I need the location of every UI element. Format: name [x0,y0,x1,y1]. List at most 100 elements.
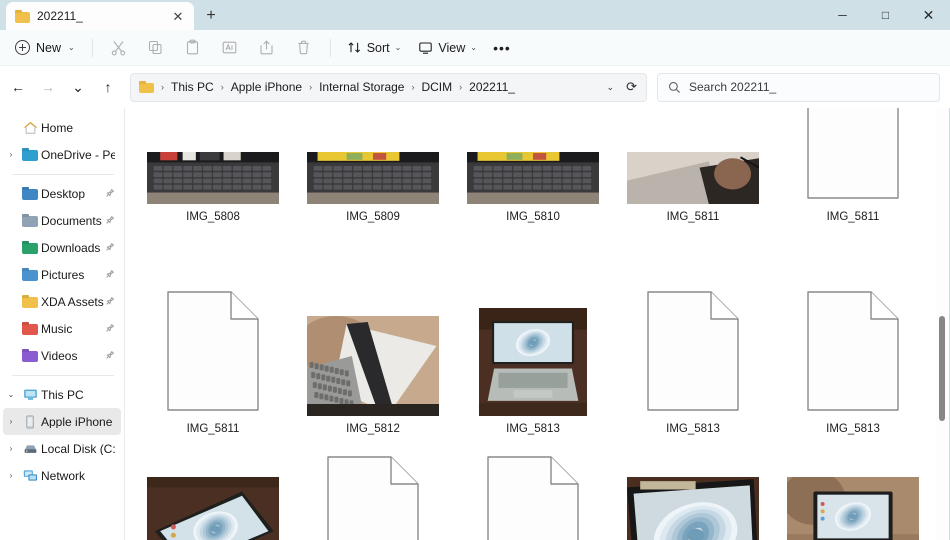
pin-icon[interactable] [105,212,115,230]
onedrive-icon [19,148,41,161]
file-item[interactable]: IMG_5811 [613,108,773,229]
breadcrumb-item-apple-iphone[interactable]: Apple iPhone [227,78,306,96]
sidebar-item-onedrive[interactable]: › OneDrive - Persona [3,141,121,168]
file-item[interactable]: IMG_5810 [453,108,613,229]
sidebar-item-downloads[interactable]: Downloads [3,234,121,261]
tab-202211[interactable]: 202211_ ✕ [6,2,194,30]
file-item[interactable]: IMG_5814 [133,443,293,540]
sidebar-item-videos[interactable]: Videos [3,342,121,369]
file-item[interactable]: IMG_5817 [773,443,933,540]
sidebar-item-network[interactable]: › Network [3,462,121,489]
up-button[interactable]: ↑ [94,73,122,101]
delete-icon[interactable] [286,34,322,62]
explorer-body: Home › OneDrive - Persona Desktop [0,108,950,540]
vertical-scrollbar[interactable] [936,108,948,540]
file-name-label: IMG_5811 [186,423,240,435]
rename-icon[interactable] [212,34,248,62]
chevron-right-icon[interactable]: › [3,471,19,480]
new-button[interactable]: New ⌄ [8,34,84,62]
refresh-icon[interactable]: ⟳ [624,79,640,95]
chevron-down-icon[interactable]: ⌄ [599,82,623,93]
document-icon [647,291,739,416]
breadcrumb-item-internal-storage[interactable]: Internal Storage [315,78,408,96]
view-button[interactable]: View ⌄ [410,34,485,62]
file-list-view[interactable]: IMG_5808 IMG_5809 IMG_5810 IMG_5811 IMG_… [125,108,950,540]
file-item[interactable]: IMG_5812 [293,278,453,441]
thumbnail [453,443,613,540]
new-button-label: New [36,40,62,55]
sidebar-item-home[interactable]: Home [3,114,121,141]
photo-thumbnail [307,152,439,204]
sidebar-item-xda-assets[interactable]: XDA Assets [3,288,121,315]
more-options-button[interactable]: ••• [486,34,518,62]
navigation-pane[interactable]: Home › OneDrive - Persona Desktop [0,108,125,540]
pin-icon[interactable] [105,293,115,311]
file-item[interactable]: IMG_5809 [293,108,453,229]
back-button[interactable]: ← [4,73,32,101]
sidebar-item-pictures[interactable]: Pictures [3,261,121,288]
breadcrumb-item-202211[interactable]: 202211_ [465,78,519,96]
sidebar-item-desktop[interactable]: Desktop [3,180,121,207]
view-icon [419,42,433,54]
file-item[interactable]: IMG_5813 [453,278,613,441]
document-icon [807,291,899,416]
close-tab-icon[interactable]: ✕ [168,6,188,26]
sidebar-divider [12,174,114,175]
share-icon[interactable] [249,34,285,62]
sidebar-item-local-disk-c[interactable]: › Local Disk (C:) [3,435,121,462]
scrollbar-thumb[interactable] [939,316,945,421]
thumbnail [133,108,293,210]
chevron-down-icon[interactable]: ⌄ [3,390,19,399]
pin-icon[interactable] [105,347,115,365]
file-item[interactable]: IMG_5813 [613,278,773,441]
sidebar-item-apple-iphone[interactable]: › Apple iPhone [3,408,121,435]
maximize-button[interactable]: □ [864,0,907,30]
breadcrumb[interactable]: › This PC › Apple iPhone › Internal Stor… [130,72,647,102]
file-item[interactable]: IMG_5808 [133,108,293,229]
breadcrumb-item-dcim[interactable]: DCIM [417,78,456,96]
pin-icon[interactable] [105,266,115,284]
file-item[interactable]: IMG_5811 [133,278,293,441]
chevron-right-icon[interactable]: › [3,417,19,426]
sidebar-item-label: Local Disk (C:) [41,442,115,455]
chevron-right-icon[interactable]: › [3,444,19,453]
title-bar: 202211_ ✕ + ─ □ ✕ [0,0,950,30]
file-item[interactable]: IMG_5815 [613,443,773,540]
folder-pictures-icon [19,268,41,281]
sort-button[interactable]: Sort ⌄ [339,34,410,62]
minimize-button[interactable]: ─ [821,0,864,30]
breadcrumb-separator: › [220,82,224,92]
file-item[interactable]: IMG_5811 [773,108,933,229]
pin-icon[interactable] [105,185,115,203]
recent-locations-button[interactable]: ⌄ [64,73,92,101]
sidebar-item-this-pc[interactable]: ⌄ This PC [3,381,121,408]
tab-label: 202211_ [37,9,83,23]
file-name-label: IMG_5808 [186,211,240,223]
file-item[interactable]: IMG_5814 [453,443,613,540]
folder-icon [19,295,41,308]
pin-icon[interactable] [105,239,115,257]
folder-icon [15,9,30,23]
sidebar-item-music[interactable]: Music [3,315,121,342]
sidebar-divider-2 [12,375,114,376]
sidebar-item-documents[interactable]: Documents [3,207,121,234]
thumbnail [613,443,773,540]
file-item[interactable]: IMG_5813 [773,278,933,441]
chevron-down-icon: ⌄ [394,43,402,52]
cut-icon[interactable] [101,34,137,62]
pin-icon[interactable] [105,320,115,338]
breadcrumb-separator: › [309,82,313,92]
new-tab-button[interactable]: + [196,2,226,30]
command-bar: New ⌄ Sort ⌄ View ⌄ ••• [0,30,950,66]
search-input[interactable]: Search 202211_ [657,72,940,102]
breadcrumb-item-this-pc[interactable]: This PC [167,78,218,96]
sidebar-item-label: Videos [41,349,78,362]
forward-button[interactable]: → [34,73,62,101]
folder-music-icon [19,322,41,335]
file-item[interactable]: IMG_5814 [293,443,453,540]
paste-icon[interactable] [175,34,211,62]
thumbnail [293,443,453,540]
close-window-button[interactable]: ✕ [907,0,950,30]
thumbnail [773,108,933,210]
copy-icon[interactable] [138,34,174,62]
